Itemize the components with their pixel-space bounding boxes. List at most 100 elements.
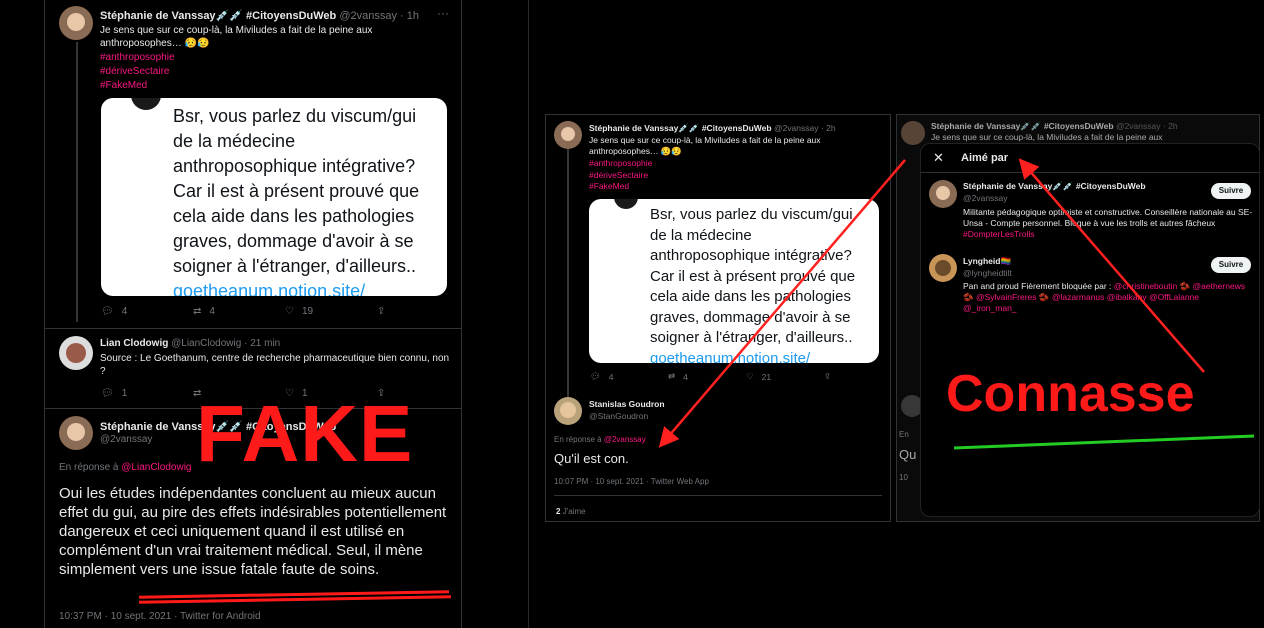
timestamp[interactable]: 1h: [407, 10, 419, 22]
quote-link[interactable]: goetheanum.notion.site/: [173, 279, 419, 296]
author-name[interactable]: Lian Clodowig: [100, 338, 168, 349]
fake-overlay-text: FAKE: [196, 389, 414, 478]
author-handle[interactable]: @2vanssay: [100, 434, 152, 445]
hashtag-list: #anthroposophie #dériveSectaire #FakeMed: [589, 158, 652, 193]
action-bar: 💬︎ 4 ⇄ 4 ♡ 19 ⇪: [101, 306, 401, 317]
user-bio: Militante pédagogique optimiste et const…: [963, 207, 1253, 240]
user-handle[interactable]: @2vanssay: [963, 193, 1008, 203]
author-handle[interactable]: @2vanssay: [339, 10, 397, 22]
right-tweet-panel: Stéphanie de Vanssay💉💉 #CitoyensDuWeb @2…: [545, 114, 891, 522]
quote-line: Bsr, vous parlez du viscum/gui: [173, 106, 417, 126]
reply-context: En réponse à @LianClodowig: [59, 462, 191, 473]
author-handle: @2vanssay: [1115, 121, 1161, 131]
user-name[interactable]: Stéphanie de Vanssay💉💉 #CitoyensDuWeb: [963, 181, 1146, 192]
hashtag[interactable]: #dériveSectaire: [589, 170, 652, 182]
quoted-image[interactable]: Bsr, vous parlez du viscum/gui de la méd…: [101, 98, 447, 296]
likes-stat[interactable]: 2 J'aime: [556, 507, 586, 516]
thread-line: [567, 149, 569, 399]
modal-title: Aimé par: [961, 152, 1009, 164]
quote-avatar: [131, 98, 161, 110]
meta-fragment: 10: [899, 473, 908, 482]
avatar[interactable]: [59, 6, 93, 40]
avatar[interactable]: [59, 416, 93, 450]
quote-line: Car il est à présent prouvé que: [650, 267, 856, 285]
author-name[interactable]: Stéphanie de Vanssay💉💉 #CitoyensDuWeb: [100, 10, 336, 22]
timestamp: 2h: [1168, 121, 1178, 131]
avatar[interactable]: [554, 121, 582, 149]
likes-count: 2: [556, 507, 561, 516]
quoted-image[interactable]: Bsr, vous parlez du viscum/gui de la méd…: [589, 199, 879, 363]
user-name[interactable]: Lyngheid🏳️‍🌈: [963, 256, 1011, 267]
hashtag[interactable]: #FakeMed: [100, 79, 175, 93]
like-button[interactable]: ♡ 19: [285, 306, 377, 317]
close-icon[interactable]: ✕: [933, 150, 944, 166]
retweet-icon: ⇄: [668, 371, 676, 381]
retweet-count: 4: [683, 371, 688, 382]
avatar[interactable]: [929, 180, 957, 208]
follow-button[interactable]: Suivre: [1211, 183, 1251, 199]
reply-prefix: En réponse à: [554, 435, 602, 444]
reply-icon: 💬︎: [101, 388, 114, 399]
author-handle[interactable]: @StanGoudron: [589, 411, 648, 421]
divider: [45, 328, 461, 329]
panel-separator: [528, 0, 529, 628]
author-name[interactable]: Stéphanie de Vanssay💉💉 #CitoyensDuWeb: [589, 123, 772, 133]
hashtag[interactable]: #FakeMed: [589, 181, 652, 193]
author-name[interactable]: Stanislas Goudron: [589, 399, 665, 409]
share-icon: ⇪: [824, 371, 832, 381]
avatar[interactable]: [554, 397, 582, 425]
quote-line: Bsr, vous parlez du viscum/gui: [650, 206, 853, 223]
tweet-text: Je sens que sur ce coup-là, la Miviludes…: [931, 132, 1163, 142]
likes-label: J'aime: [562, 507, 586, 516]
quote-line: Car il est à présent prouvé que: [173, 181, 420, 201]
retweet-button[interactable]: ⇄ 4: [193, 306, 285, 317]
reply-button[interactable]: 💬︎ 4: [101, 306, 193, 317]
quote-avatar: [614, 199, 638, 209]
hashtag[interactable]: #anthroposophie: [589, 158, 652, 170]
reply-button[interactable]: 💬︎ 4: [590, 371, 668, 382]
bio-text: Pan and proud Fièrement bloquée par :: [963, 281, 1112, 291]
reply-count: 1: [121, 388, 128, 399]
timestamp[interactable]: 21 min: [250, 338, 280, 349]
hashtag[interactable]: #dériveSectaire: [100, 65, 175, 79]
reply-button[interactable]: 💬︎ 1: [101, 388, 193, 399]
retweet-icon: ⇄: [193, 306, 202, 317]
timestamp[interactable]: 2h: [826, 123, 835, 133]
author-handle[interactable]: @2vanssay: [774, 123, 819, 133]
share-button[interactable]: ⇪: [824, 371, 831, 382]
tweet-header: Stéphanie de Vanssay💉💉 #CitoyensDuWeb @2…: [931, 121, 1178, 132]
like-count: 21: [761, 371, 772, 382]
reply-fragment: En: [899, 430, 909, 439]
reply-to-link[interactable]: @LianClodowig: [121, 462, 191, 473]
retweet-button[interactable]: ⇄ 4: [668, 371, 746, 382]
left-panel: Stéphanie de Vanssay💉💉 #CitoyensDuWeb @2…: [44, 0, 462, 628]
follow-button[interactable]: Suivre: [1211, 257, 1251, 273]
avatar: [901, 121, 925, 145]
avatar[interactable]: [59, 336, 93, 370]
quote-line: cela aide dans les pathologies: [650, 288, 851, 305]
quote-line: cela aide dans les pathologies: [173, 206, 415, 226]
text-fragment: Qu: [899, 447, 917, 462]
action-bar: 💬︎ 4 ⇄ 4 ♡ 21 ⇪: [590, 371, 850, 382]
quote-line: graves, dommage d'avoir à se: [173, 231, 414, 251]
hashtag-list: #anthroposophie #dériveSectaire #FakeMed: [100, 51, 175, 93]
reply-prefix: En réponse à: [59, 462, 119, 473]
tweet-header: Stéphanie de Vanssay💉💉 #CitoyensDuWeb @2…: [589, 123, 836, 134]
quote-line: soigner à l'étranger, d'ailleurs..: [173, 256, 417, 276]
tweet-text-large: Oui les études indépendantes concluent a…: [59, 485, 447, 578]
reply-to-link[interactable]: @2vanssay: [604, 435, 646, 444]
reply-icon: 💬︎: [101, 306, 114, 317]
hashtag[interactable]: #anthroposophie: [100, 51, 175, 65]
tweet-meta: 10:07 PM · 10 sept. 2021 · Twitter Web A…: [554, 477, 709, 486]
more-icon[interactable]: ···: [437, 6, 449, 20]
quote-link[interactable]: goetheanum.notion.site/: [650, 349, 855, 364]
avatar[interactable]: [929, 254, 957, 282]
bio-hashtag[interactable]: #DompterLesTrolls: [963, 229, 1253, 240]
separator-dot: ·: [400, 10, 404, 22]
like-button[interactable]: ♡ 21: [746, 371, 824, 382]
heart-icon: ♡: [285, 306, 294, 317]
heart-icon: ♡: [746, 371, 754, 381]
user-handle[interactable]: @lyngheidtilt: [963, 268, 1012, 278]
author-handle[interactable]: @LianClodowig: [171, 338, 241, 349]
share-button[interactable]: ⇪: [377, 306, 385, 317]
